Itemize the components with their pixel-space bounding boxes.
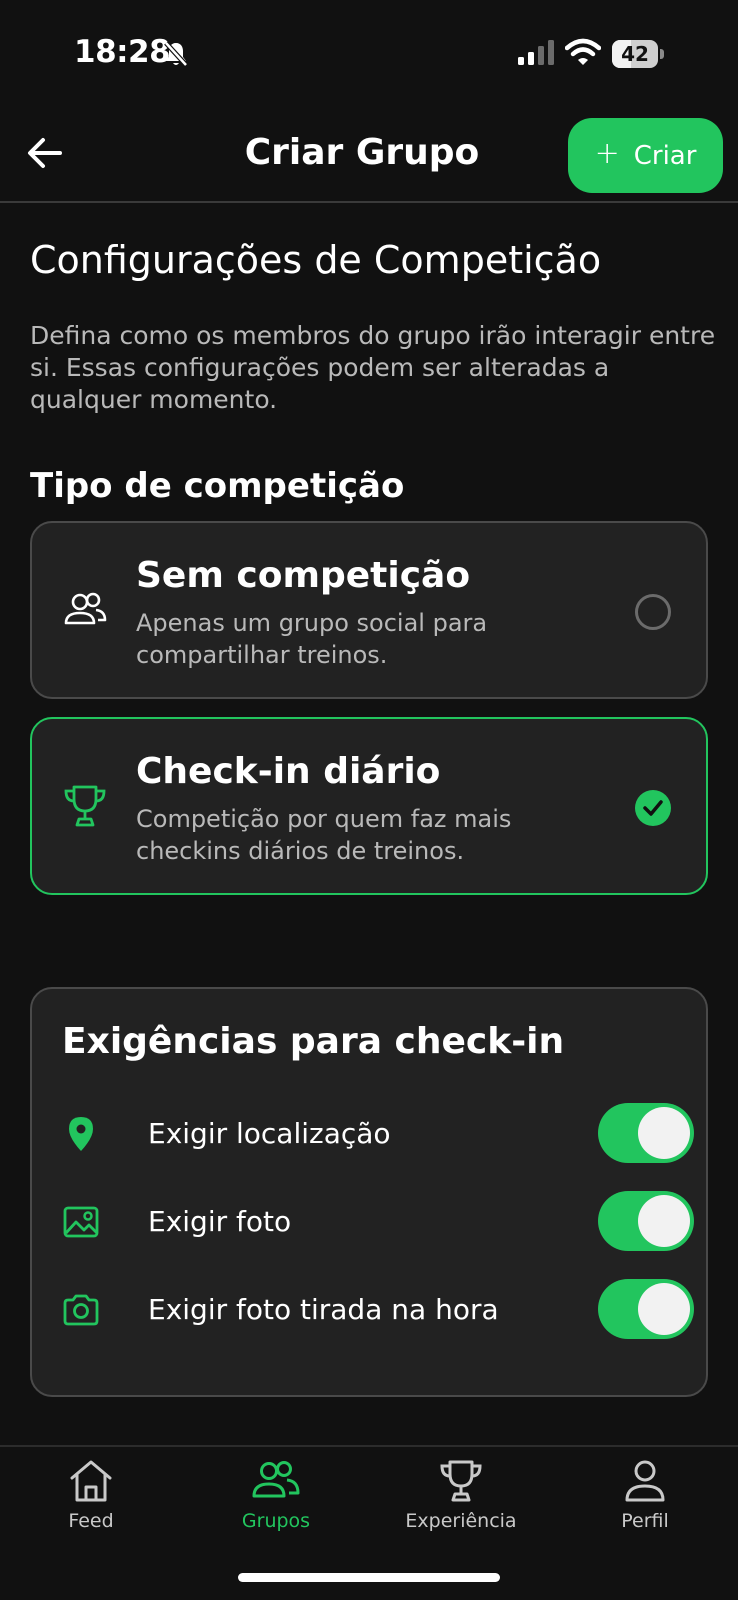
option-subtitle: Competição por quem faz mais checkins di… — [136, 805, 512, 865]
image-icon — [63, 1206, 99, 1238]
users-icon — [252, 1461, 300, 1498]
section-description: Defina como os membros do grupo irão int… — [30, 321, 716, 414]
requirement-label: Exigir localização — [148, 1117, 391, 1150]
tabbar-divider — [0, 1445, 738, 1447]
option-daily-checkin[interactable]: Check-in diário Competição por quem faz … — [30, 717, 708, 895]
cellular-signal-icon — [518, 40, 554, 65]
option-no-competition[interactable]: Sem competição Apenas um grupo social pa… — [30, 521, 708, 699]
requirement-live-photo: Exigir foto tirada na hora — [62, 1279, 694, 1339]
users-icon — [64, 592, 107, 625]
trophy-icon — [64, 785, 106, 827]
photo-toggle[interactable] — [598, 1191, 694, 1251]
trophy-icon — [440, 1460, 482, 1502]
tab-feed[interactable]: Feed — [16, 1458, 166, 1532]
requirement-label: Exigir foto — [148, 1205, 292, 1238]
home-icon — [70, 1460, 112, 1502]
radio-selected-check-icon[interactable] — [635, 790, 671, 826]
location-pin-icon — [69, 1117, 93, 1151]
tab-label: Grupos — [241, 1510, 311, 1532]
option-title: Check-in diário — [136, 751, 441, 792]
tab-grupos[interactable]: Grupos — [201, 1458, 351, 1532]
option-title: Sem competição — [136, 555, 471, 596]
tab-label: Experiência — [405, 1510, 517, 1532]
tab-perfil[interactable]: Perfil — [570, 1458, 720, 1532]
requirements-title: Exigências para check-in — [62, 1021, 565, 1062]
wifi-icon — [565, 38, 601, 65]
location-toggle[interactable] — [598, 1103, 694, 1163]
user-icon — [625, 1460, 665, 1502]
checkin-requirements-card: Exigências para check-in Exigir localiza… — [30, 987, 708, 1397]
camera-icon — [63, 1294, 99, 1326]
tab-experiencia[interactable]: Experiência — [386, 1458, 536, 1532]
requirement-label: Exigir foto tirada na hora — [148, 1293, 499, 1326]
header-divider — [0, 201, 738, 203]
section-title: Configurações de Competição — [30, 238, 602, 282]
requirement-location: Exigir localização — [62, 1103, 694, 1163]
option-subtitle: Apenas um grupo social para compartilhar… — [136, 609, 488, 669]
status-time: 18:28 — [74, 34, 171, 70]
competition-type-heading: Tipo de competição — [30, 466, 405, 506]
tab-label: Perfil — [621, 1510, 669, 1532]
requirement-photo: Exigir foto — [62, 1191, 694, 1251]
live-photo-toggle[interactable] — [598, 1279, 694, 1339]
battery-level: 42 — [621, 42, 649, 66]
bell-muted-icon — [164, 41, 188, 67]
battery-indicator: 42 — [612, 40, 664, 68]
plus-icon: + — [594, 136, 620, 171]
radio-unselected[interactable] — [635, 594, 671, 630]
create-button[interactable]: + Criar — [568, 118, 723, 193]
create-button-label: Criar — [633, 140, 697, 171]
tab-label: Feed — [68, 1510, 114, 1532]
home-indicator[interactable] — [238, 1573, 500, 1582]
